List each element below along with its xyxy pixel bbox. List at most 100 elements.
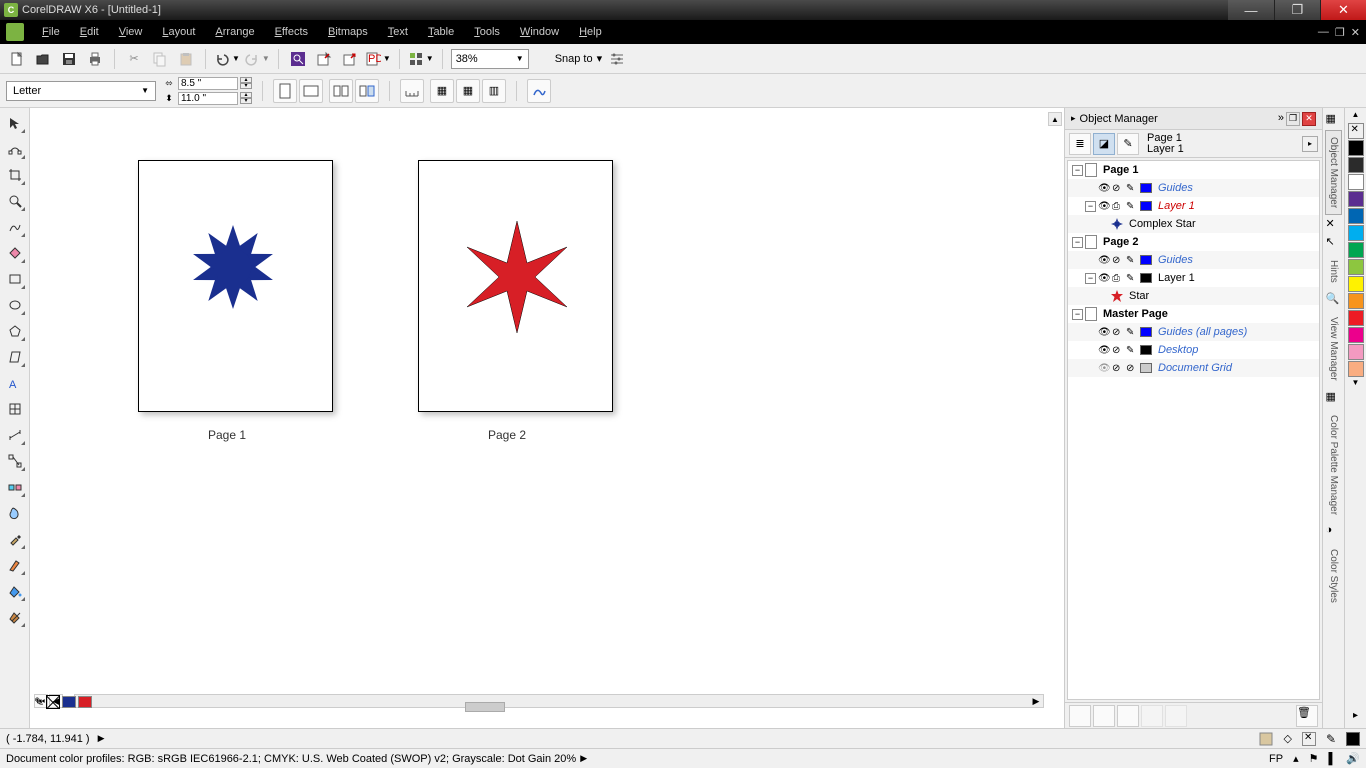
palette-swatch[interactable] [1348,344,1364,360]
width-down[interactable]: ▾ [240,83,252,89]
height-down[interactable]: ▾ [240,98,252,104]
editable-icon[interactable]: ✎ [1126,183,1138,194]
search-content-button[interactable] [287,48,309,70]
dimension-tool[interactable] [4,424,26,446]
menu-edit[interactable]: Edit [70,26,109,38]
paste-button[interactable] [175,48,197,70]
vscroll-up-button[interactable]: ▲ [1048,112,1062,126]
window-maximize-button[interactable]: ❐ [1274,0,1320,20]
fill-tool[interactable] [4,580,26,602]
visible-icon[interactable]: 👁 [1098,327,1110,338]
visible-icon[interactable]: 👁 [1098,201,1110,212]
side-tab-object-manager[interactable]: Object Manager [1325,130,1342,215]
palette-swatch[interactable] [1348,157,1364,173]
snap-to-label[interactable]: Snap to [555,53,593,65]
pick-tool[interactable] [4,112,26,134]
layer-color-swatch[interactable] [1140,327,1152,337]
interactive-fill-tool[interactable] [4,606,26,628]
layer-color-swatch[interactable] [1140,201,1152,211]
cut-button[interactable]: ✂ [123,48,145,70]
visible-icon[interactable]: 👁 [1098,363,1110,374]
all-pages-button[interactable] [329,79,353,103]
menu-table[interactable]: Table [418,26,464,38]
tree-document-grid[interactable]: Document Grid [1158,362,1232,374]
table-tool[interactable] [4,398,26,420]
tree-collapse-icon[interactable]: − [1085,273,1096,284]
rectangle-tool[interactable] [4,268,26,290]
menu-text[interactable]: Text [378,26,418,38]
menu-arrange[interactable]: Arrange [205,26,264,38]
mdi-close-button[interactable]: ✕ [1351,26,1360,39]
show-object-properties-button[interactable]: ◪ [1093,133,1115,155]
side-tab-hints[interactable]: Hints [1325,253,1342,290]
printable-icon[interactable]: ⎙ [1112,273,1124,284]
delete-button[interactable]: 🗑 [1296,705,1318,727]
new-button[interactable] [6,48,28,70]
palette-swatch[interactable] [1348,174,1364,190]
connector-tool[interactable] [4,450,26,472]
tree-master-page[interactable]: Master Page [1103,308,1168,320]
menu-layout[interactable]: Layout [152,26,205,38]
printable-icon[interactable]: ⊘ [1112,345,1124,356]
editable-icon[interactable]: ✎ [1126,345,1138,356]
magnifier-icon[interactable]: 🔍 [1326,292,1342,308]
grid1-button[interactable]: ▦ [430,79,454,103]
status-next-icon[interactable]: ▶ [580,753,587,764]
fill-color-well[interactable] [62,696,76,708]
undo-button[interactable]: ▼ [214,51,240,67]
tree-layer1b[interactable]: Layer 1 [1158,272,1195,284]
visible-icon[interactable]: 👁 [1098,345,1110,356]
palette-tab-icon[interactable]: ▦ [1326,390,1342,406]
palette-swatch[interactable] [1348,327,1364,343]
editable-icon[interactable]: ✎ [1126,327,1138,338]
printable-icon[interactable]: ⎙ [1112,201,1124,212]
palette-swatch[interactable] [1348,140,1364,156]
visible-icon[interactable]: 👁 [1098,273,1110,284]
side-icon-1[interactable]: ▦ [1326,112,1342,128]
redo-button[interactable]: ▼ [244,51,270,67]
horizontal-scrollbar[interactable]: ◀▶ [74,694,1044,708]
polygon-tool[interactable] [4,320,26,342]
import-button[interactable] [313,48,335,70]
portrait-button[interactable] [273,79,297,103]
tree-layer1[interactable]: Layer 1 [1158,200,1195,212]
proof-colors-icon[interactable] [1259,732,1273,746]
mdi-minimize-button[interactable]: — [1318,26,1329,39]
basic-shapes-tool[interactable] [4,346,26,368]
palette-swatch[interactable] [1348,242,1364,258]
chevron-up-icon[interactable]: ▴ [1293,752,1299,765]
tree-desktop[interactable]: Desktop [1158,344,1198,356]
tree-guides-all[interactable]: Guides (all pages) [1158,326,1247,338]
fill-none-well[interactable] [46,695,60,709]
grid2-button[interactable]: ▦ [456,79,480,103]
docker-flyout-button[interactable]: ▸ [1302,136,1318,152]
transparency-tool[interactable] [4,502,26,524]
editable-icon[interactable]: ✎ [1126,255,1138,266]
crop-tool[interactable] [4,164,26,186]
ellipse-tool[interactable] [4,294,26,316]
docker-undock-button[interactable]: ❐ [1286,112,1300,126]
grid3-button[interactable]: ▥ [482,79,506,103]
tree-collapse-icon[interactable]: − [1085,201,1096,212]
tree-star[interactable]: Star [1129,290,1149,302]
units-dropdown[interactable] [400,79,424,103]
palette-swatch[interactable] [1348,276,1364,292]
visible-icon[interactable]: 👁 [1098,255,1110,266]
new-layer-button[interactable] [1069,705,1091,727]
treat-as-filled-button[interactable] [527,79,551,103]
layer-color-swatch[interactable] [1140,255,1152,265]
copy-to-layer-button[interactable] [1165,705,1187,727]
color-styles-icon[interactable]: ◑ [1326,524,1342,540]
palette-swatch[interactable] [1348,293,1364,309]
eyedropper-tool[interactable] [4,528,26,550]
palette-swatch[interactable] [1348,259,1364,275]
text-tool[interactable]: A [4,372,26,394]
current-page-button[interactable] [355,79,379,103]
side-tab-color-styles[interactable]: Color Styles [1325,542,1342,610]
page-height-input[interactable] [178,92,238,105]
flag-icon[interactable]: ⚑ [1309,752,1319,765]
menu-tools[interactable]: Tools [464,26,510,38]
window-minimize-button[interactable]: — [1228,0,1274,20]
palette-swatch[interactable] [1348,310,1364,326]
palette-swatch[interactable] [1348,208,1364,224]
